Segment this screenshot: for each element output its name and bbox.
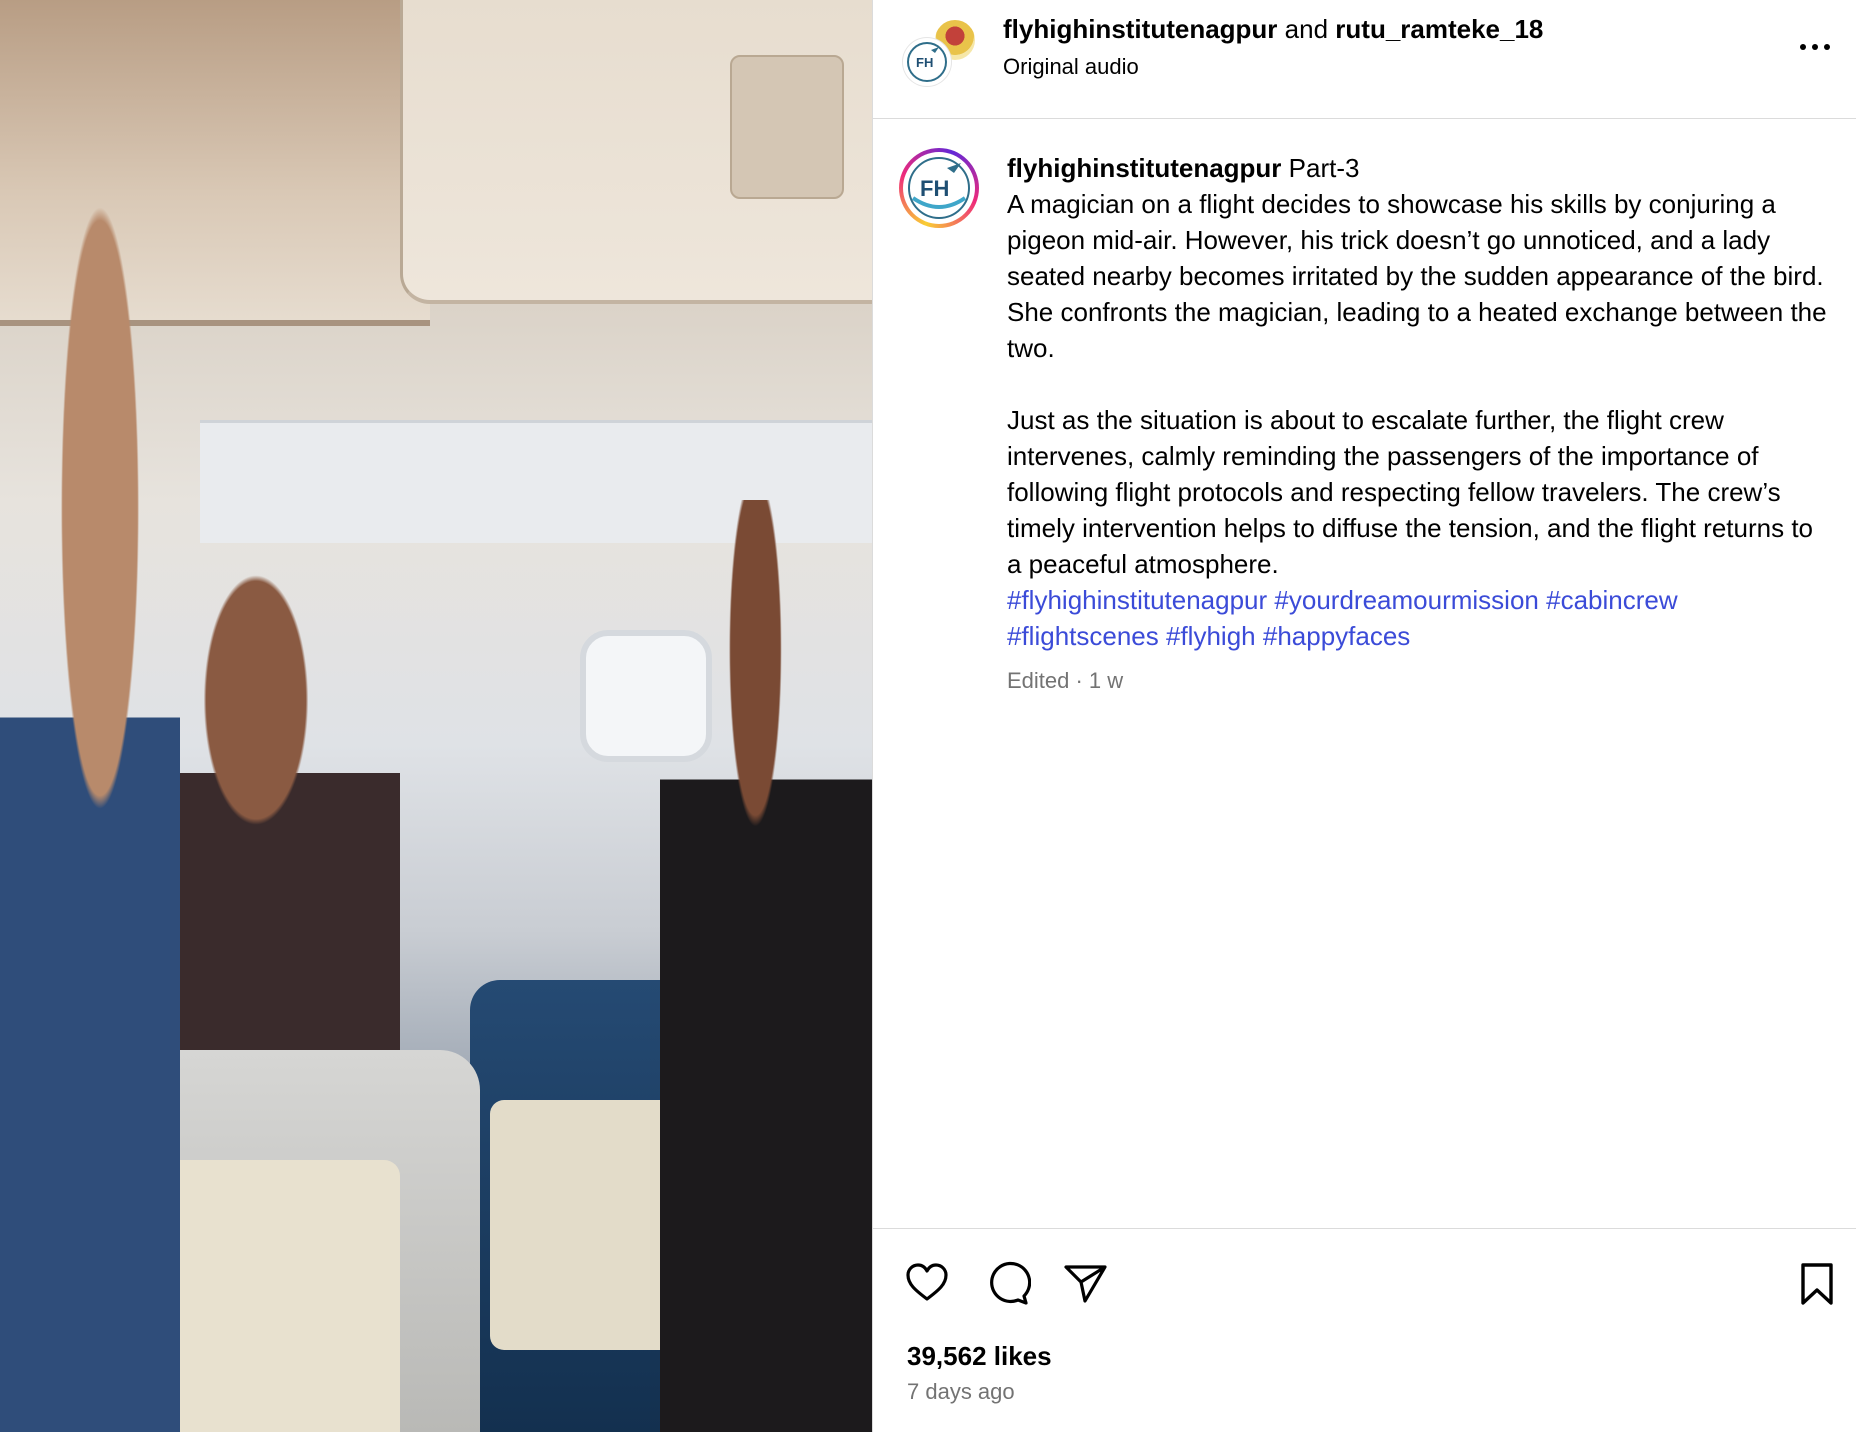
hashtag-link[interactable]: #flightscenes [1007,621,1159,651]
caption-paragraph-1: A magician on a flight decides to showca… [1007,189,1827,363]
audio-link[interactable]: Original audio [1003,54,1139,80]
bookmark-icon[interactable] [1793,1259,1841,1307]
avatar-flyhigh[interactable]: FH [903,38,951,86]
media-bin-handle [730,55,844,199]
more-horizontal-icon[interactable] [1795,32,1835,62]
post-actions-footer: 39,562 likes 7 days ago [873,1228,1856,1433]
edited-timestamp: Edited · 1 w [1007,668,1124,693]
hashtag-link[interactable]: #cabincrew [1546,585,1678,615]
flyhigh-logo-icon: FH [907,42,947,82]
author-link-rutu[interactable]: rutu_ramteke_18 [1335,14,1543,44]
heart-icon[interactable] [903,1259,951,1307]
media-tray-table-2 [490,1100,680,1350]
post-header: FH flyhighinstitutenagpur and rutu_ramte… [873,0,1856,119]
hashtag-link[interactable]: #flyhighinstitutenagpur [1007,585,1267,615]
media-magician [660,500,872,1432]
post-caption: FH flyhighinstitutenagpur Part-3 A magic… [873,118,1856,1228]
authors-and: and [1284,14,1329,44]
hashtag-link[interactable]: #yourdreamourmission [1274,585,1538,615]
collab-avatars[interactable]: FH [903,18,977,86]
caption-username[interactable]: flyhighinstitutenagpur [1007,153,1281,183]
caption-text: flyhighinstitutenagpur Part-3 A magician… [1007,150,1827,654]
post-media-video[interactable] [0,0,872,1432]
caption-title: Part-3 [1288,153,1360,183]
comment-icon[interactable] [983,1259,1032,1307]
post-sidebar: FH flyhighinstitutenagpur and rutu_ramte… [872,0,1856,1432]
svg-text:FH: FH [920,176,949,201]
media-cabin-crew [0,200,180,1432]
svg-text:FH: FH [916,55,933,70]
post-time-ago: 7 days ago [907,1379,1015,1404]
author-link-flyhigh[interactable]: flyhighinstitutenagpur [1003,14,1277,44]
hashtag-link[interactable]: #happyfaces [1263,621,1410,651]
hashtag-link[interactable]: #flyhigh [1166,621,1256,651]
caption-avatar[interactable]: FH [899,148,979,228]
caption-hashtags: #flyhighinstitutenagpur #yourdreamourmis… [1007,582,1827,654]
flyhigh-logo-icon: FH [908,157,970,219]
likes-count[interactable]: 39,562 likes [907,1341,1052,1372]
caption-paragraph-2: Just as the situation is about to escala… [1007,405,1813,579]
send-icon[interactable] [1061,1259,1109,1307]
post-authors: flyhighinstitutenagpur and rutu_ramteke_… [1003,14,1543,45]
